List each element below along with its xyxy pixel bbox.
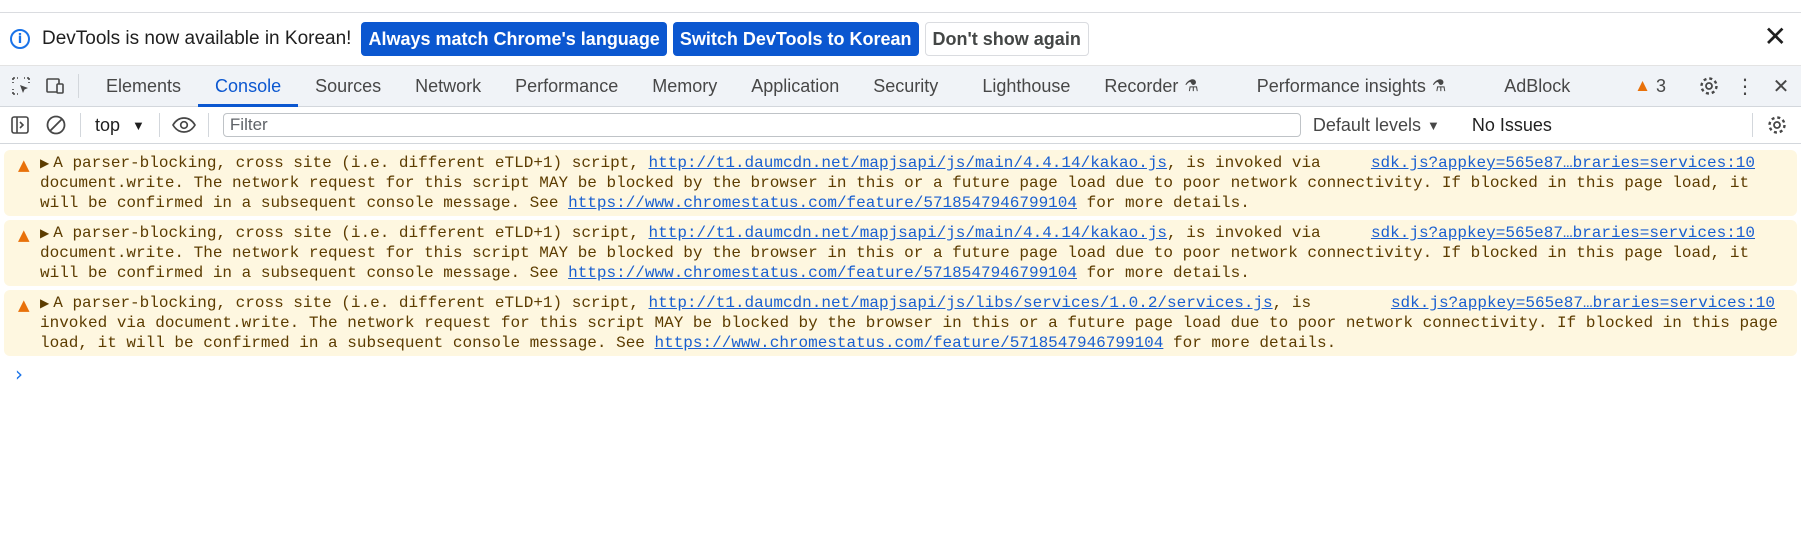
tab-performance-insights[interactable]: Performance insights ⚗: [1240, 66, 1463, 106]
script-url-link[interactable]: http://t1.daumcdn.net/mapjsapi/js/main/4…: [649, 224, 1167, 242]
caret-down-icon: ▼: [132, 117, 145, 133]
message-text: A parser-blocking, cross site (i.e. diff…: [53, 224, 649, 242]
tab-application[interactable]: Application: [734, 66, 856, 106]
message-source-link[interactable]: sdk.js?appkey=565e87…braries=services:10: [1371, 223, 1755, 243]
info-icon: i: [10, 29, 30, 49]
tab-memory[interactable]: Memory: [635, 66, 734, 106]
inspect-element-icon[interactable]: [8, 66, 34, 106]
message-source-link[interactable]: sdk.js?appkey=565e87…braries=services:10: [1371, 153, 1755, 173]
language-infobar: i DevTools is now available in Korean! A…: [0, 13, 1801, 65]
tab-sources[interactable]: Sources: [298, 66, 398, 106]
devtools-tabbar: Elements Console Sources Network Perform…: [0, 65, 1801, 107]
switch-to-korean-button[interactable]: Switch DevTools to Korean: [672, 22, 919, 56]
console-warning-message: ▲ sdk.js?appkey=565e87…braries=services:…: [4, 150, 1797, 216]
warning-icon: ▲: [18, 226, 30, 244]
dont-show-again-button[interactable]: Don't show again: [924, 22, 1089, 56]
console-settings-gear-icon[interactable]: [1761, 114, 1793, 136]
warnings-counter[interactable]: ▲ 3: [1634, 76, 1666, 97]
clear-console-icon[interactable]: [40, 114, 72, 136]
script-url-link[interactable]: http://t1.daumcdn.net/mapjsapi/js/main/4…: [649, 154, 1167, 172]
tab-security[interactable]: Security: [856, 66, 955, 106]
expand-triangle-icon[interactable]: ▶: [40, 226, 49, 240]
tab-lighthouse[interactable]: Lighthouse: [965, 66, 1087, 106]
warning-icon: ▲: [18, 156, 30, 174]
close-icon[interactable]: ✕: [1764, 23, 1787, 51]
flask-icon: ⚗: [1431, 78, 1447, 95]
infobar-message: DevTools is now available in Korean!: [42, 28, 352, 49]
tab-console[interactable]: Console: [198, 66, 299, 107]
settings-gear-icon[interactable]: [1691, 75, 1727, 97]
message-text: A parser-blocking, cross site (i.e. diff…: [53, 294, 649, 312]
chromestatus-link[interactable]: https://www.chromestatus.com/feature/571…: [655, 334, 1164, 352]
live-expression-eye-icon[interactable]: [168, 115, 200, 135]
prompt-chevron-icon: ›: [15, 362, 23, 386]
tab-performance[interactable]: Performance: [498, 66, 635, 106]
script-url-link[interactable]: http://t1.daumcdn.net/mapjsapi/js/libs/s…: [649, 294, 1273, 312]
console-warning-message: ▲ sdk.js?appkey=565e87…braries=services:…: [4, 290, 1797, 356]
flask-icon: ⚗: [1184, 78, 1199, 95]
chromestatus-link[interactable]: https://www.chromestatus.com/feature/571…: [568, 264, 1077, 282]
message-text: for more details.: [1076, 264, 1250, 282]
tab-recorder[interactable]: Recorder ⚗: [1087, 66, 1215, 106]
tab-network[interactable]: Network: [398, 66, 498, 106]
more-options-icon[interactable]: ⋮: [1727, 74, 1763, 99]
toolbar-divider: [158, 113, 160, 137]
console-toolbar: top ▼ Filter Default levels ▼ No Issues: [0, 107, 1801, 144]
toolbar-divider: [207, 113, 209, 137]
console-toolbar-right: [1744, 107, 1793, 143]
context-selector[interactable]: top ▼: [89, 115, 151, 136]
tabbar-divider: [78, 74, 79, 98]
close-devtools-icon[interactable]: ✕: [1763, 74, 1799, 99]
expand-triangle-icon[interactable]: ▶: [40, 296, 49, 310]
console-prompt[interactable]: ›: [15, 362, 1801, 386]
always-match-language-button[interactable]: Always match Chrome's language: [361, 22, 667, 56]
toolbar-divider: [80, 113, 81, 137]
filter-input[interactable]: Filter: [222, 113, 1301, 137]
console-warning-message: ▲ sdk.js?appkey=565e87…braries=services:…: [4, 220, 1797, 286]
console-messages: ▲ sdk.js?appkey=565e87…braries=services:…: [0, 144, 1801, 386]
context-selector-value: top: [95, 114, 121, 135]
tab-recorder-label: Recorder: [1104, 75, 1179, 96]
log-levels-value: Default levels: [1312, 114, 1421, 135]
tab-elements[interactable]: Elements: [89, 66, 198, 106]
warning-count: 3: [1655, 75, 1666, 96]
tabbar-right-controls: ▲ 3 ⋮ ✕: [1634, 66, 1801, 106]
warning-icon: ▲: [1634, 76, 1651, 95]
toolbar-divider: [1752, 113, 1753, 137]
issues-counter[interactable]: No Issues: [1472, 115, 1552, 136]
sidebar-toggle-icon[interactable]: [4, 115, 36, 135]
caret-down-icon: ▼: [1426, 117, 1440, 133]
device-toolbar-icon[interactable]: [42, 66, 68, 106]
expand-triangle-icon[interactable]: ▶: [40, 156, 49, 170]
tab-adblock[interactable]: AdBlock: [1487, 66, 1587, 106]
message-text: A parser-blocking, cross site (i.e. diff…: [53, 154, 649, 172]
message-text: for more details.: [1076, 194, 1250, 212]
log-levels-dropdown[interactable]: Default levels ▼: [1313, 115, 1440, 136]
tab-performance-insights-label: Performance insights: [1256, 75, 1426, 96]
message-source-link[interactable]: sdk.js?appkey=565e87…braries=services:10: [1391, 293, 1775, 313]
warning-icon: ▲: [18, 296, 30, 314]
chromestatus-link[interactable]: https://www.chromestatus.com/feature/571…: [568, 194, 1077, 212]
message-text: for more details.: [1163, 334, 1337, 352]
window-top-edge: [0, 0, 1801, 13]
